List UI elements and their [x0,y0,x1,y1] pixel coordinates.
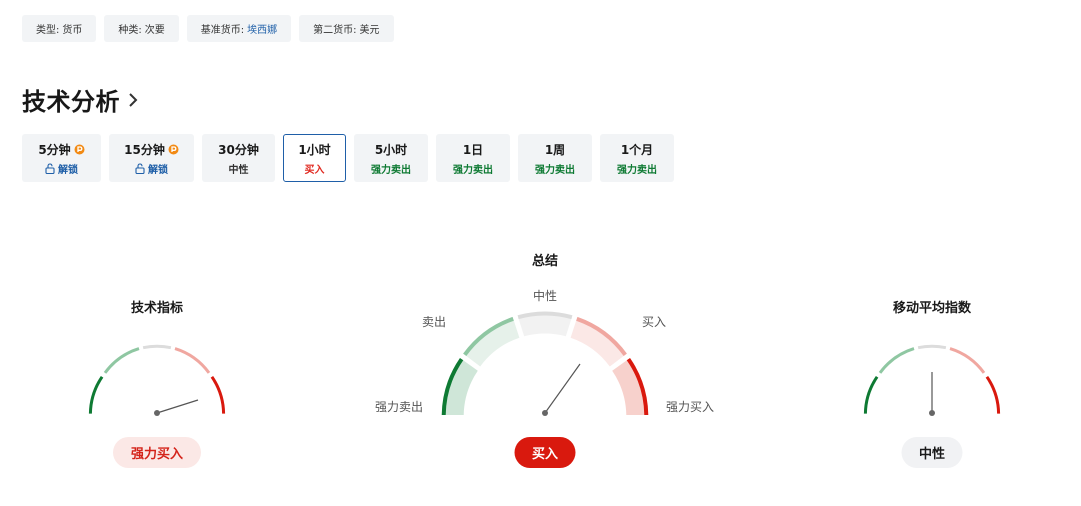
tag-label: 基准货币: [200,25,245,36]
tag-type: 类型: 货币 [22,15,97,42]
tag-label: 类型: [36,25,60,36]
tab-label: 30分钟 [218,142,259,157]
gauge-pivot [542,410,548,416]
moving-averages-result-badge: 中性 [901,437,963,468]
pro-badge-icon [74,144,85,154]
moving-averages-gauge [863,344,1001,416]
tab-label: 1日 [462,142,484,157]
unlock-link[interactable]: 解锁 [148,161,168,176]
summary-gauge [441,311,649,416]
tab-5min[interactable]: 5分钟 解锁 [22,134,101,182]
tab-15min[interactable]: 15分钟 解锁 [109,134,194,182]
gauge-pivot [929,410,935,416]
indicators-gauge [88,344,226,416]
gauge-needle [156,399,199,414]
indicators-title: 技术指标 [130,301,184,316]
tab-label: 1小时 [298,142,331,157]
pro-badge-icon [168,144,179,154]
tag-value: 美元 [359,25,380,36]
timeframe-tabs: 5分钟 解锁 15分钟 解锁 30分钟 中性 1小时 买入 5小时 强力卖出 1… [22,134,674,182]
base-currency-link[interactable]: 埃西娜 [247,21,277,36]
chevron-right-icon [129,92,138,107]
label-strong-buy: 强力买入 [666,400,715,414]
unlock-link[interactable]: 解锁 [58,161,78,176]
gauge-needle [544,363,581,414]
tab-status: 强力卖出 [617,164,657,176]
tag-label: 第二货币: [313,25,357,36]
tag-label: 种类: [118,25,142,36]
indicators-result-badge: 强力买入 [113,437,201,468]
tab-label: 5小时 [374,142,408,157]
tab-label: 1周 [544,142,566,157]
summary-result-badge: 买入 [514,437,576,468]
tag-category: 种类: 次要 [104,15,179,42]
tab-status: 中性 [228,164,249,176]
moving-averages-title: 移动平均指数 [892,301,972,316]
tab-1week[interactable]: 1周 强力卖出 [518,134,592,182]
tab-30min[interactable]: 30分钟 中性 [202,134,275,182]
tag-value: 货币 [62,25,83,36]
tab-label: 5分钟 [38,142,71,157]
lock-icon [45,162,55,174]
tab-label: 15分钟 [124,142,165,157]
tab-status: 强力卖出 [371,164,411,176]
tab-status: 买入 [304,164,325,176]
tab-label: 1个月 [620,142,654,157]
tag-base-currency: 基准货币: 埃西娜 [186,15,292,42]
tab-status: 强力卖出 [453,164,493,176]
technical-analysis-heading-link[interactable]: 技术分析 [22,82,140,117]
tab-5hour[interactable]: 5小时 强力卖出 [354,134,428,182]
lock-icon [135,162,145,174]
summary-title: 总结 [531,254,559,269]
page-title: 技术分析 [22,88,120,116]
instrument-tags: 类型: 货币 种类: 次要 基准货币: 埃西娜 第二货币: 美元 [22,15,394,42]
tab-1hour[interactable]: 1小时 买入 [283,134,346,182]
tag-second-currency: 第二货币: 美元 [299,15,394,42]
tab-1month[interactable]: 1个月 强力卖出 [600,134,674,182]
tab-1day[interactable]: 1日 强力卖出 [436,134,510,182]
tag-value: 次要 [144,25,165,36]
gauge-pivot [154,410,160,416]
label-strong-sell: 强力卖出 [375,400,424,414]
tab-status: 强力卖出 [535,164,575,176]
